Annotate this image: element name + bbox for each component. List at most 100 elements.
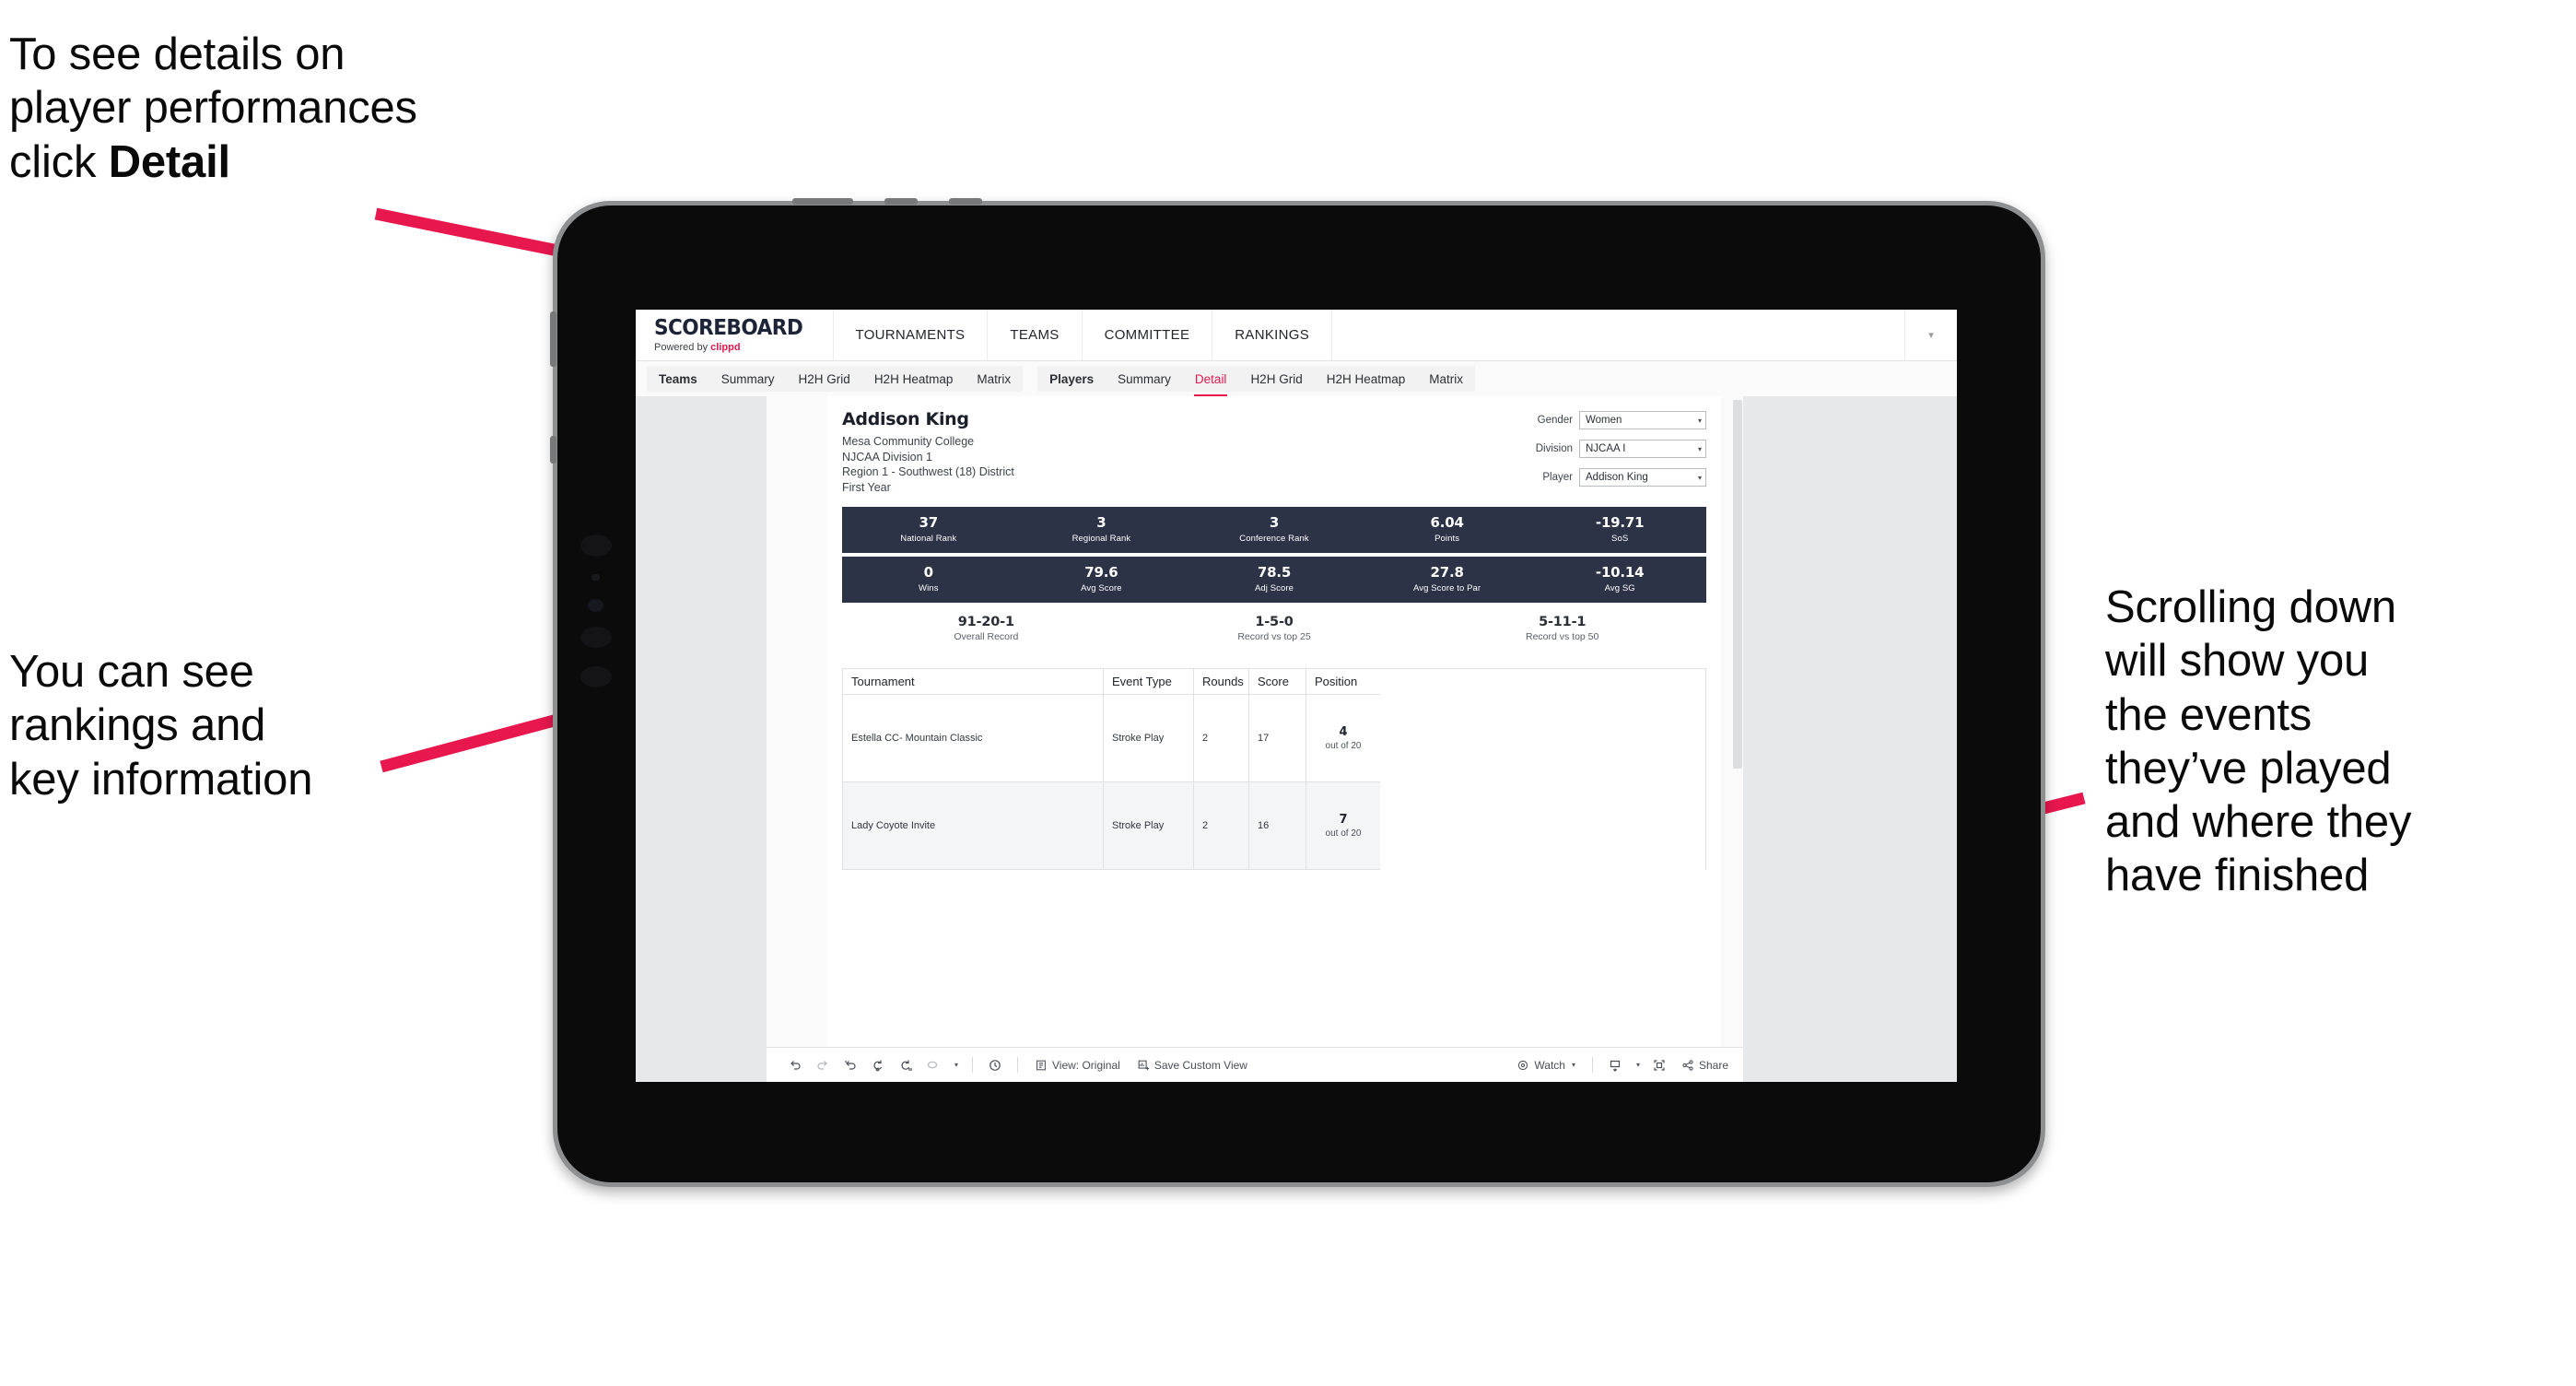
filter-player-value: Addison King bbox=[1586, 472, 1648, 483]
watch-button[interactable]: Watch ▾ bbox=[1508, 1059, 1584, 1072]
tab-teams-h2h-heatmap[interactable]: H2H Heatmap bbox=[862, 366, 966, 392]
table-header-row: Tournament Event Type Rounds Score Posit… bbox=[843, 669, 1705, 695]
filter-division-label: Division bbox=[1535, 443, 1573, 454]
sensor-lens-icon bbox=[588, 599, 603, 612]
stat-label: Wins bbox=[919, 582, 939, 593]
player-info: Addison King Mesa Community College NJCA… bbox=[842, 409, 1505, 497]
filter-player-select[interactable]: Addison King ▾ bbox=[1579, 468, 1706, 487]
filters-panel: Gender Women ▾ Division NJCAA I ▾ Player… bbox=[1505, 409, 1706, 497]
chevron-down-icon[interactable]: ▾ bbox=[1905, 310, 1957, 360]
visualization-viewport: Addison King Mesa Community College NJCA… bbox=[827, 396, 1721, 1047]
tab-teams-h2h-grid[interactable]: H2H Grid bbox=[787, 366, 862, 392]
tab-players-detail[interactable]: Detail bbox=[1183, 366, 1239, 396]
undo-icon[interactable] bbox=[781, 1048, 809, 1082]
tablet-device: SCOREBOARD Powered by clippd TOURNAMENTS… bbox=[550, 198, 2045, 1187]
cell-event-type: Stroke Play bbox=[1104, 695, 1194, 782]
player-region: Region 1 - Southwest (18) District bbox=[842, 465, 1014, 479]
pause-icon[interactable] bbox=[892, 1048, 919, 1082]
record-vs-top-25: 1-5-0 Record vs top 25 bbox=[1130, 615, 1419, 642]
filter-gender-select[interactable]: Women ▾ bbox=[1579, 411, 1706, 429]
share-button[interactable]: Share bbox=[1673, 1059, 1743, 1072]
annotation-click-detail: To see details on player performances cl… bbox=[9, 28, 636, 189]
record-label: Record vs top 50 bbox=[1525, 631, 1599, 642]
stat-value: 0 bbox=[923, 564, 933, 581]
column-header-score[interactable]: Score bbox=[1249, 669, 1306, 695]
annotation-scrolling: Scrolling down will show you the events … bbox=[2105, 582, 2412, 901]
stat-label: National Rank bbox=[900, 533, 957, 544]
device-button-left-1 bbox=[550, 311, 556, 367]
save-custom-view-button[interactable]: Save Custom View bbox=[1129, 1059, 1256, 1072]
tab-teams[interactable]: Teams bbox=[647, 366, 709, 392]
stat-adj-score: 78.5 Adj Score bbox=[1188, 565, 1361, 593]
chevron-down-icon: ▾ bbox=[1697, 473, 1702, 482]
redo-icon[interactable] bbox=[809, 1048, 837, 1082]
column-header-rounds[interactable]: Rounds bbox=[1194, 669, 1249, 695]
chevron-down-icon: ▾ bbox=[1697, 444, 1702, 453]
top-navigation-bar: SCOREBOARD Powered by clippd TOURNAMENTS… bbox=[636, 310, 1957, 361]
tab-teams-summary[interactable]: Summary bbox=[709, 366, 787, 392]
vertical-scrollbar[interactable] bbox=[1732, 396, 1743, 1047]
toolbar-divider bbox=[972, 1057, 973, 1073]
tab-players-matrix[interactable]: Matrix bbox=[1417, 366, 1475, 392]
stat-value: -19.71 bbox=[1595, 514, 1645, 532]
device-button-top-3 bbox=[949, 198, 982, 205]
cell-event-type: Stroke Play bbox=[1104, 782, 1194, 870]
player-header: Addison King Mesa Community College NJCA… bbox=[827, 396, 1721, 497]
stat-avg-score-to-par: 27.8 Avg Score to Par bbox=[1361, 565, 1534, 593]
filter-division-select[interactable]: NJCAA I ▾ bbox=[1579, 440, 1706, 458]
tab-players[interactable]: Players bbox=[1037, 366, 1106, 392]
visualization-card: Addison King Mesa Community College NJCA… bbox=[767, 396, 1743, 1082]
tab-players-h2h-grid[interactable]: H2H Grid bbox=[1238, 366, 1314, 392]
scoreboard-logo[interactable]: SCOREBOARD Powered by clippd bbox=[636, 310, 834, 360]
stat-wins: 0 Wins bbox=[842, 564, 1015, 593]
filter-gender-label: Gender bbox=[1537, 415, 1573, 426]
table-row[interactable]: Lady Coyote Invite Stroke Play 2 16 7 ou… bbox=[843, 782, 1705, 870]
tab-teams-matrix[interactable]: Matrix bbox=[965, 366, 1023, 392]
column-header-tournament[interactable]: Tournament bbox=[843, 669, 1104, 695]
annotation-rankings: You can see rankings and key information bbox=[9, 647, 313, 805]
filter-division: Division NJCAA I ▾ bbox=[1505, 440, 1706, 458]
zoom-icon[interactable] bbox=[919, 1048, 947, 1082]
record-label: Overall Record bbox=[954, 631, 1019, 642]
view-original-button[interactable]: View: Original bbox=[1026, 1059, 1129, 1072]
stat-label: Avg Score bbox=[1081, 582, 1122, 593]
stat-label: SoS bbox=[1611, 533, 1629, 544]
tab-players-h2h-heatmap[interactable]: H2H Heatmap bbox=[1315, 366, 1418, 392]
tablet-screen: SCOREBOARD Powered by clippd TOURNAMENTS… bbox=[636, 310, 1957, 1082]
download-icon[interactable] bbox=[1601, 1048, 1629, 1082]
record-value: 1-5-0 bbox=[1255, 615, 1294, 629]
tab-group-teams: Teams Summary H2H Grid H2H Heatmap Matri… bbox=[647, 366, 1024, 392]
nav-item-teams[interactable]: TEAMS bbox=[988, 310, 1083, 360]
brand-title: SCOREBOARD bbox=[654, 315, 803, 340]
refresh-icon[interactable] bbox=[864, 1048, 892, 1082]
cell-position: 4 out of 20 bbox=[1306, 695, 1380, 782]
download-dropdown-caret-icon[interactable]: ▾ bbox=[1629, 1048, 1645, 1082]
filter-division-value: NJCAA I bbox=[1586, 443, 1626, 454]
clock-icon[interactable] bbox=[981, 1048, 1009, 1082]
stats-row-rankings: 37 National Rank 3 Regional Rank 3 Confe… bbox=[842, 507, 1706, 553]
zoom-dropdown-caret-icon[interactable]: ▾ bbox=[947, 1048, 964, 1082]
column-header-event-type[interactable]: Event Type bbox=[1104, 669, 1194, 695]
nav-item-rankings[interactable]: RANKINGS bbox=[1212, 310, 1333, 360]
stat-national-rank: 37 National Rank bbox=[842, 515, 1015, 544]
table-row[interactable]: Estella CC- Mountain Classic Stroke Play… bbox=[843, 695, 1705, 782]
speaker-icon bbox=[580, 666, 612, 687]
save-view-icon bbox=[1138, 1060, 1149, 1070]
chevron-down-icon: ▾ bbox=[1697, 416, 1702, 425]
share-icon bbox=[1682, 1059, 1693, 1071]
fullscreen-icon[interactable] bbox=[1645, 1048, 1673, 1082]
filter-gender: Gender Women ▾ bbox=[1505, 411, 1706, 429]
tab-players-summary[interactable]: Summary bbox=[1106, 366, 1183, 392]
stat-label: Regional Rank bbox=[1071, 533, 1131, 544]
revert-icon[interactable] bbox=[837, 1048, 864, 1082]
nav-item-committee[interactable]: COMMITTEE bbox=[1083, 310, 1213, 360]
sub-tab-bar: Teams Summary H2H Grid H2H Heatmap Matri… bbox=[636, 361, 1957, 397]
column-header-position[interactable]: Position bbox=[1306, 669, 1380, 695]
device-button-left-2 bbox=[550, 436, 556, 464]
save-custom-view-label: Save Custom View bbox=[1153, 1058, 1247, 1072]
stat-value: 3 bbox=[1269, 514, 1280, 532]
stat-avg-sg: -10.14 Avg SG bbox=[1533, 565, 1706, 593]
nav-item-tournaments[interactable]: TOURNAMENTS bbox=[834, 310, 989, 360]
scrollbar-thumb[interactable] bbox=[1733, 400, 1742, 769]
brand-subtitle: Powered by clippd bbox=[654, 342, 813, 353]
